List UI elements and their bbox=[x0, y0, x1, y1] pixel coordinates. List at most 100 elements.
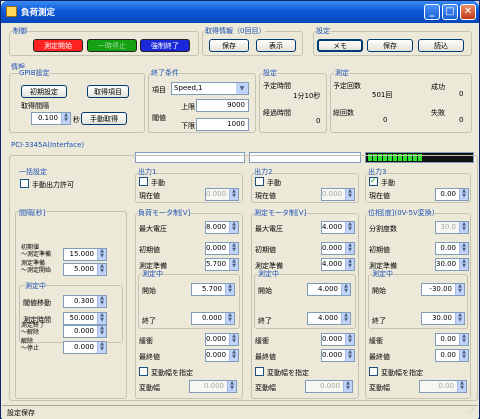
out3-buffer-input[interactable]: 0.00 ▲ ▼ bbox=[435, 333, 469, 346]
out3-init-input[interactable]: 0.00 ▲ ▼ bbox=[435, 242, 469, 255]
spinner-icon[interactable]: ▲ ▼ bbox=[345, 189, 354, 200]
out1-init-input[interactable]: 0.000 ▲ ▼ bbox=[205, 242, 239, 255]
out2-end-input[interactable]: 4.000 ▲ ▼ bbox=[307, 312, 351, 325]
spinner-icon[interactable]: ▲ ▼ bbox=[341, 313, 350, 324]
acq-show-button[interactable]: 表示 bbox=[256, 39, 296, 52]
manual-acq-button[interactable]: 手動取得 bbox=[81, 112, 127, 125]
upper-input[interactable]: 9000 bbox=[196, 99, 249, 112]
spinner-icon[interactable]: ▲ ▼ bbox=[345, 334, 354, 345]
spinner-icon[interactable]: ▲ ▼ bbox=[345, 259, 354, 270]
out2-buffer-input[interactable]: 0.000 ▲ ▼ bbox=[321, 333, 355, 346]
pause-button[interactable]: 一時停止 bbox=[87, 39, 137, 52]
chevron-down-icon[interactable]: ▼ bbox=[236, 83, 248, 94]
out1-start-input[interactable]: 5.700 ▲ ▼ bbox=[191, 283, 235, 296]
out1-end-input[interactable]: 0.000 ▲ ▼ bbox=[191, 312, 235, 325]
out1-final-input[interactable]: 0.000 ▲ ▼ bbox=[205, 349, 239, 362]
out1-buffer-input[interactable]: 0.000 ▲ ▼ bbox=[205, 333, 239, 346]
initial-interval-input[interactable]: 15.000 ▲ ▼ bbox=[63, 248, 107, 261]
spinner-icon[interactable]: ▲ ▼ bbox=[343, 381, 352, 392]
lower-input[interactable]: 1000 bbox=[196, 118, 249, 131]
out1-start-label: 開始 bbox=[142, 287, 156, 295]
measure-time-input[interactable]: 50.000 ▲ ▼ bbox=[63, 312, 107, 325]
settings-save-button[interactable]: 保存 bbox=[367, 39, 413, 52]
out2-vary-width-input[interactable]: 0.000 ▲ ▼ bbox=[305, 380, 353, 393]
out3-vary-checkbox[interactable] bbox=[369, 367, 378, 376]
out2-final-input[interactable]: 0.000 ▲ ▼ bbox=[321, 349, 355, 362]
spinner-icon[interactable]: ▲ ▼ bbox=[459, 350, 468, 361]
init-settings-button[interactable]: 初期設定 bbox=[21, 85, 67, 98]
out1-prep-input[interactable]: 5.700 ▲ ▼ bbox=[205, 258, 239, 271]
spinner-icon[interactable]: ▲ ▼ bbox=[459, 222, 468, 233]
spinner-icon[interactable]: ▲ ▼ bbox=[345, 222, 354, 233]
out3-vary-width-input[interactable]: 0.00 ▲ ▼ bbox=[419, 380, 467, 393]
spinner-icon[interactable]: ▲ ▼ bbox=[341, 284, 350, 295]
spinner-icon[interactable]: ▲ ▼ bbox=[227, 381, 236, 392]
out2-vary-checkbox[interactable] bbox=[255, 367, 264, 376]
out2-init-input[interactable]: 0.000 ▲ ▼ bbox=[321, 242, 355, 255]
out2-manual-label: 手動 bbox=[267, 179, 281, 187]
out1-current-input[interactable]: 0.000 ▲ ▼ bbox=[205, 188, 239, 201]
spinner-icon[interactable]: ▲ ▼ bbox=[225, 313, 234, 324]
spinner-icon[interactable]: ▲ ▼ bbox=[455, 313, 464, 324]
spinner-icon[interactable]: ▲ ▼ bbox=[229, 222, 238, 233]
memo-button[interactable]: メモ bbox=[317, 39, 363, 52]
spinner-icon[interactable]: ▲ ▼ bbox=[455, 284, 464, 295]
title-bar[interactable]: 負荷測定 _ □ ✕ bbox=[1, 1, 479, 23]
end-item-label: 項目 bbox=[152, 86, 166, 94]
out2-start-input[interactable]: 4.000 ▲ ▼ bbox=[307, 283, 351, 296]
out2-prep-input[interactable]: 4.000 ▲ ▼ bbox=[321, 258, 355, 271]
spinner-icon[interactable]: ▲ ▼ bbox=[229, 189, 238, 200]
out2-current-input[interactable]: 0.000 ▲ ▼ bbox=[321, 188, 355, 201]
settings-load-button[interactable]: 読込 bbox=[418, 39, 464, 52]
spinner-icon[interactable]: ▲ ▼ bbox=[225, 284, 234, 295]
out3-buffer-label: 緩衝 bbox=[369, 337, 383, 345]
spinner-icon[interactable]: ▲ ▼ bbox=[459, 189, 468, 200]
out3-end-input[interactable]: 30.00 ▲ ▼ bbox=[421, 312, 465, 325]
minimize-button[interactable]: _ bbox=[424, 4, 440, 20]
spinner-icon[interactable]: ▲ ▼ bbox=[97, 326, 106, 337]
out3-start-input[interactable]: -30.00 ▲ ▼ bbox=[421, 283, 465, 296]
out2-max-input[interactable]: 4.000 ▲ ▼ bbox=[321, 221, 355, 234]
spinner-icon[interactable]: ▲ ▼ bbox=[459, 259, 468, 270]
spinner-icon[interactable]: ▲ ▼ bbox=[97, 249, 106, 260]
spinner-icon[interactable]: ▲ ▼ bbox=[229, 259, 238, 270]
out1-manual-checkbox[interactable] bbox=[139, 177, 148, 186]
out3-prep-input[interactable]: 30.00 ▲ ▼ bbox=[435, 258, 469, 271]
spinner-icon[interactable]: ▲ ▼ bbox=[457, 381, 466, 392]
acq-save-button[interactable]: 保存 bbox=[209, 39, 249, 52]
close-button[interactable]: ✕ bbox=[460, 4, 476, 20]
end-release-input[interactable]: 0.000 ▲ ▼ bbox=[63, 325, 107, 338]
maximize-button[interactable]: □ bbox=[442, 4, 458, 20]
acq-item-button[interactable]: 取得項目 bbox=[87, 85, 129, 98]
threshold-shift-input[interactable]: 0.300 ▲ ▼ bbox=[63, 295, 107, 308]
out1-max-input[interactable]: 8.000 ▲ ▼ bbox=[205, 221, 239, 234]
spinner-icon[interactable]: ▲ ▼ bbox=[345, 243, 354, 254]
end-item-select[interactable]: Speed,1 ▼ bbox=[171, 82, 249, 95]
out1-vary-checkbox[interactable] bbox=[139, 367, 148, 376]
out2-manual-checkbox[interactable] bbox=[255, 177, 264, 186]
spinner-icon[interactable]: ▲ ▼ bbox=[97, 296, 106, 307]
out1-vary-width-input[interactable]: 0.000 ▲ ▼ bbox=[189, 380, 237, 393]
prep-interval-input[interactable]: 5.000 ▲ ▼ bbox=[63, 263, 107, 276]
spinner-icon[interactable]: ▲ ▼ bbox=[61, 113, 70, 124]
spinner-icon[interactable]: ▲ ▼ bbox=[229, 243, 238, 254]
spinner-icon[interactable]: ▲ ▼ bbox=[97, 313, 106, 324]
start-measurement-button[interactable]: 測定開始 bbox=[33, 39, 83, 52]
spinner-icon[interactable]: ▲ ▼ bbox=[97, 264, 106, 275]
spinner-icon[interactable]: ▲ ▼ bbox=[229, 334, 238, 345]
release-stop-input[interactable]: 0.000 ▲ ▼ bbox=[63, 341, 107, 354]
spinner-icon[interactable]: ▲ ▼ bbox=[229, 350, 238, 361]
spinner-icon[interactable]: ▲ ▼ bbox=[97, 342, 106, 353]
out3-div-input[interactable]: 30.0 ▲ ▼ bbox=[435, 221, 469, 234]
resize-grip-icon[interactable]: ⋰ bbox=[467, 407, 474, 415]
manual-output-checkbox[interactable] bbox=[20, 179, 29, 188]
spinner-icon[interactable]: ▲ ▼ bbox=[345, 350, 354, 361]
out3-end-value: 30.00 bbox=[431, 314, 452, 322]
out3-final-input[interactable]: 0.00 ▲ ▼ bbox=[435, 349, 469, 362]
spinner-icon[interactable]: ▲ ▼ bbox=[459, 334, 468, 345]
out3-current-input[interactable]: 0.00 ▲ ▼ bbox=[435, 188, 469, 201]
interval-input[interactable]: 0.100 ▲ ▼ bbox=[31, 112, 71, 125]
spinner-icon[interactable]: ▲ ▼ bbox=[459, 243, 468, 254]
force-stop-button[interactable]: 強制終了 bbox=[140, 39, 190, 52]
out3-manual-checkbox[interactable] bbox=[369, 176, 378, 186]
